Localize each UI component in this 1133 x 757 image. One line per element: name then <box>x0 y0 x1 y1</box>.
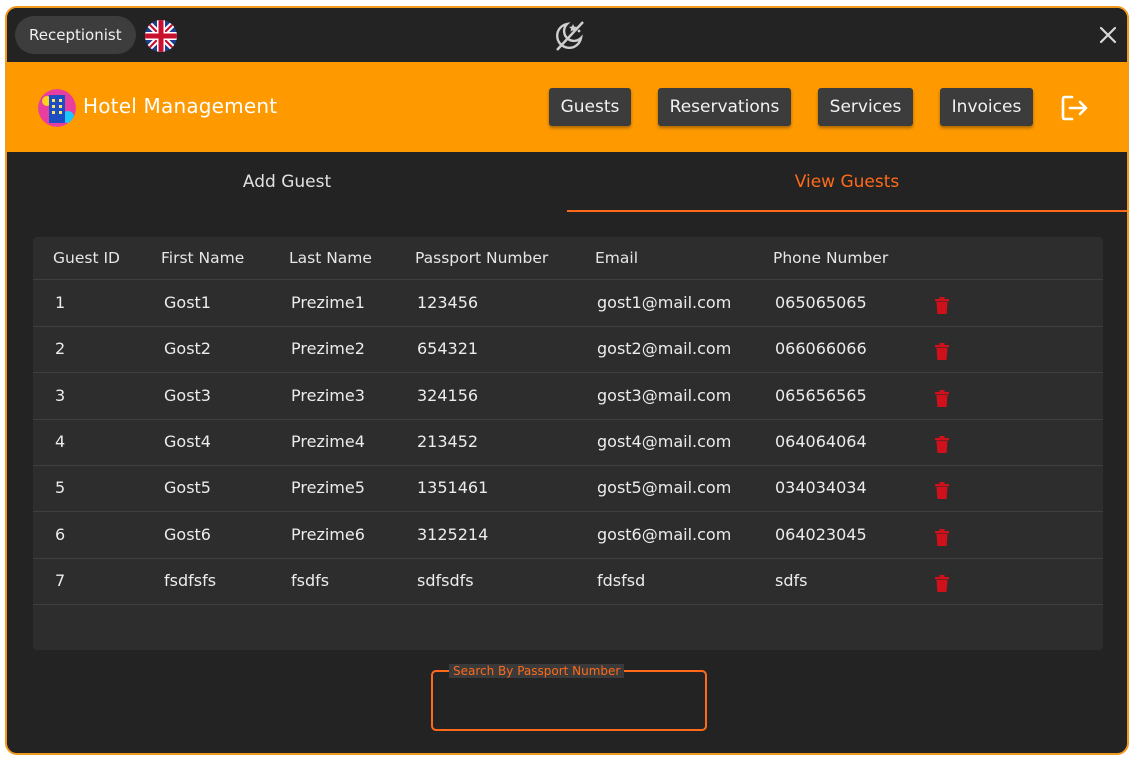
cell-guest-id: 5 <box>55 478 66 498</box>
delete-guest-trash-icon[interactable] <box>935 482 949 500</box>
cell-first-name: Gost2 <box>164 339 211 359</box>
cell-last-name: Prezime2 <box>291 339 365 359</box>
delete-guest-trash-icon[interactable] <box>935 297 949 314</box>
cell-phone-number: 065656565 <box>775 385 867 405</box>
column-header-passport-number[interactable]: Passport Number <box>415 249 548 267</box>
search-label: Search By Passport Number <box>449 664 625 678</box>
cell-guest-id: 3 <box>55 385 66 405</box>
cell-guest-id: 6 <box>55 524 66 544</box>
delete-guest-trash-icon[interactable] <box>935 389 949 407</box>
cell-first-name: Gost4 <box>164 431 211 451</box>
tab-add-guest[interactable]: Add Guest <box>7 152 567 212</box>
cell-last-name: Prezime6 <box>291 524 365 544</box>
cell-last-name: Prezime3 <box>291 385 365 405</box>
column-header-phone-number[interactable]: Phone Number <box>773 249 888 267</box>
cell-last-name: Prezime1 <box>291 293 365 312</box>
cell-first-name: Gost1 <box>164 293 211 312</box>
nav-services-button[interactable]: Services <box>818 88 913 126</box>
cell-email: gost1@mail.com <box>597 293 732 312</box>
theme-toggle-icon[interactable] <box>551 18 587 54</box>
guests-table: Guest ID First Name Last Name Passport N… <box>33 237 1103 650</box>
cell-guest-id: 2 <box>55 339 66 359</box>
title-bar: Receptionist <box>7 8 1127 62</box>
app-title: Hotel Management <box>83 94 278 118</box>
nav-invoices-button[interactable]: Invoices <box>940 88 1033 126</box>
cell-email: gost4@mail.com <box>597 431 732 451</box>
table-row[interactable]: 3 Gost3 Prezime3 324156 gost3@mail.com 065656… <box>33 373 1103 420</box>
cell-phone-number: 065065065 <box>775 293 867 312</box>
app-header: Hotel Management Guests Reservations Ser… <box>7 62 1127 152</box>
search-passport-input[interactable] <box>441 690 695 722</box>
table-row[interactable]: 4 Gost4 Prezime4 213452 gost4@mail.com 064064… <box>33 419 1103 466</box>
delete-guest-trash-icon[interactable] <box>935 574 949 592</box>
cell-phone-number: sdfs <box>775 570 808 590</box>
cell-email: gost6@mail.com <box>597 524 732 544</box>
table-row[interactable]: 6 Gost6 Prezime6 3125214 gost6@mail.com 06402… <box>33 512 1103 559</box>
tab-view-guests[interactable]: View Guests <box>567 152 1127 212</box>
table-row[interactable]: 7 fsdfsfs fsdfs sdfsdfs fdsfsd sdfs <box>33 558 1103 605</box>
table-header: Guest ID First Name Last Name Passport N… <box>33 237 1103 280</box>
cell-phone-number: 066066066 <box>775 339 867 359</box>
cell-phone-number: 034034034 <box>775 478 867 498</box>
cell-last-name: Prezime5 <box>291 478 365 498</box>
delete-guest-trash-icon[interactable] <box>935 343 949 361</box>
cell-passport-number: 3125214 <box>417 524 489 544</box>
cell-first-name: Gost6 <box>164 524 211 544</box>
cell-guest-id: 4 <box>55 431 66 451</box>
cell-last-name: Prezime4 <box>291 431 365 451</box>
cell-first-name: Gost5 <box>164 478 211 498</box>
cell-email: gost2@mail.com <box>597 339 732 359</box>
column-header-guest-id[interactable]: Guest ID <box>53 249 120 267</box>
table-row[interactable]: 2 Gost2 Prezime2 654321 gost2@mail.com 066066… <box>33 326 1103 374</box>
cell-passport-number: 213452 <box>417 431 479 451</box>
role-badge: Receptionist <box>15 16 136 54</box>
delete-guest-trash-icon[interactable] <box>935 528 949 546</box>
cell-phone-number: 064064064 <box>775 431 867 451</box>
cell-passport-number: 654321 <box>417 339 479 359</box>
hotel-logo-icon <box>38 89 76 127</box>
app-window: Receptionist Hotel Management Guests Res… <box>5 6 1129 755</box>
cell-guest-id: 7 <box>55 570 66 590</box>
logout-icon[interactable] <box>1061 95 1089 121</box>
cell-first-name: Gost3 <box>164 385 211 405</box>
nav-reservations-button[interactable]: Reservations <box>658 88 791 126</box>
cell-passport-number: sdfsdfs <box>417 570 474 590</box>
cell-email: fdsfsd <box>597 570 646 590</box>
table-row[interactable]: 1 Gost1 Prezime1 123456 gost1@mail.com 065065… <box>33 280 1103 327</box>
nav-guests-button[interactable]: Guests <box>549 88 631 126</box>
table-row[interactable]: 5 Gost5 Prezime5 1351461 gost5@mail.com 03403… <box>33 465 1103 513</box>
cell-first-name: fsdfsfs <box>164 570 217 590</box>
delete-guest-trash-icon[interactable] <box>935 435 949 453</box>
cell-passport-number: 123456 <box>417 293 479 312</box>
column-header-last-name[interactable]: Last Name <box>289 249 372 267</box>
column-header-email[interactable]: Email <box>595 249 638 267</box>
cell-email: gost3@mail.com <box>597 385 732 405</box>
uk-flag-icon[interactable] <box>145 20 177 52</box>
cell-last-name: fsdfs <box>291 570 330 590</box>
cell-guest-id: 1 <box>55 293 66 312</box>
cell-phone-number: 064023045 <box>775 524 867 544</box>
cell-passport-number: 1351461 <box>417 478 489 498</box>
close-icon[interactable] <box>1097 24 1119 46</box>
column-header-first-name[interactable]: First Name <box>161 249 244 267</box>
cell-passport-number: 324156 <box>417 385 479 405</box>
cell-email: gost5@mail.com <box>597 478 732 498</box>
